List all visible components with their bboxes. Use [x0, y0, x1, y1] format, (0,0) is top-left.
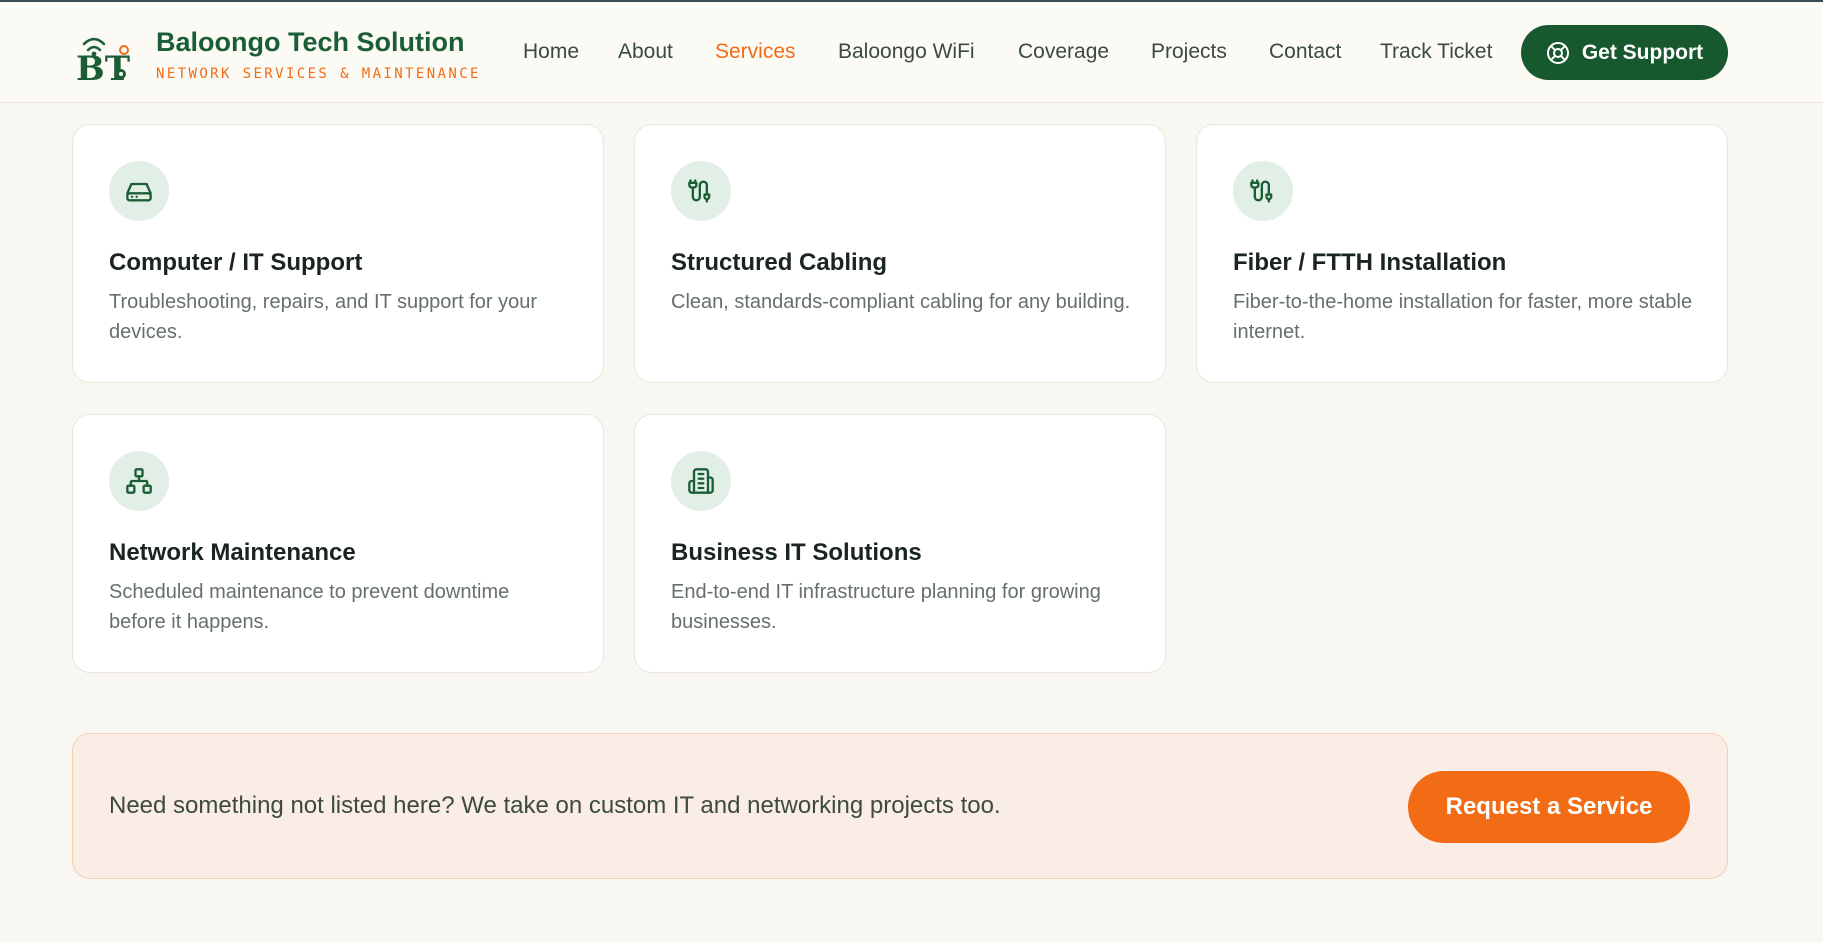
service-icon-badge: [671, 451, 731, 511]
cta-text: Need something not listed here? We take …: [109, 792, 1001, 819]
service-description: Troubleshooting, repairs, and IT support…: [109, 291, 538, 343]
service-card[interactable]: Fiber / FTTH Installation Fiber-to-the-h…: [1196, 124, 1728, 383]
nav-services[interactable]: Services: [715, 40, 796, 64]
service-icon-badge: [671, 161, 731, 221]
service-icon-badge: [1233, 161, 1293, 221]
lifebuoy-icon: [1546, 41, 1569, 64]
service-title: Business IT Solutions: [671, 539, 922, 566]
service-title: Computer / IT Support: [109, 249, 363, 276]
nav-track-ticket[interactable]: Track Ticket: [1380, 40, 1492, 64]
get-support-button[interactable]: Get Support: [1521, 25, 1728, 80]
service-card[interactable]: Structured Cabling Clean, standards-comp…: [634, 124, 1166, 383]
service-title: Structured Cabling: [671, 249, 888, 276]
logo-icon[interactable]: BT: [74, 30, 132, 86]
site-header: BT Baloongo Tech Solution NETWORK SERVIC…: [0, 2, 1823, 103]
request-service-button[interactable]: Request a Service: [1408, 771, 1690, 843]
service-card[interactable]: Business IT Solutions End-to-end IT infr…: [634, 414, 1166, 673]
hard-drive-icon: [126, 182, 152, 202]
nav-projects[interactable]: Projects: [1151, 40, 1227, 64]
network-icon: [126, 468, 152, 494]
service-icon-badge: [109, 161, 169, 221]
brand-tagline: NETWORK SERVICES & MAINTENANCE: [156, 66, 481, 82]
service-description: Scheduled maintenance to prevent downtim…: [109, 581, 510, 633]
service-card[interactable]: Computer / IT Support Troubleshooting, r…: [72, 124, 604, 383]
nav-home[interactable]: Home: [523, 40, 579, 64]
building-icon: [688, 468, 714, 494]
service-description: Fiber-to-the-home installation for faste…: [1233, 291, 1693, 343]
nav-about[interactable]: About: [618, 40, 673, 64]
service-description: Clean, standards-compliant cabling for a…: [671, 291, 1131, 313]
get-support-label: Get Support: [1581, 40, 1704, 64]
service-card[interactable]: Network Maintenance Scheduled maintenanc…: [72, 414, 604, 673]
nav-coverage[interactable]: Coverage: [1018, 40, 1109, 64]
service-title: Network Maintenance: [109, 539, 356, 566]
service-description: End-to-end IT infrastructure planning fo…: [671, 581, 1101, 633]
nav-contact[interactable]: Contact: [1269, 40, 1341, 64]
service-icon-badge: [109, 451, 169, 511]
brand-title[interactable]: Baloongo Tech Solution: [156, 27, 464, 58]
cable-icon: [688, 179, 711, 203]
service-title: Fiber / FTTH Installation: [1233, 249, 1507, 276]
cable-icon: [1250, 179, 1273, 203]
nav-baloongo-wifi[interactable]: Baloongo WiFi: [838, 40, 975, 64]
custom-project-banner: Need something not listed here? We take …: [72, 733, 1728, 879]
